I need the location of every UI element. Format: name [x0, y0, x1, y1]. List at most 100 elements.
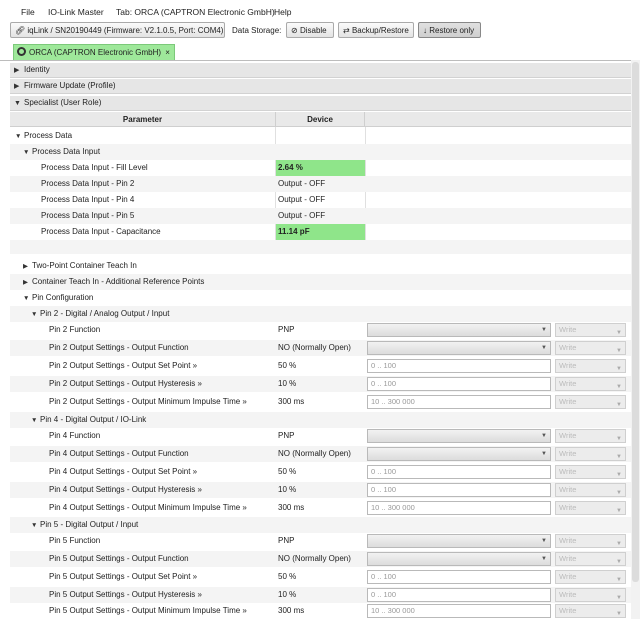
parameter-label: Pin 2 Output Settings - Output Hysteresi… — [49, 379, 202, 388]
tree-node-two-point-teach[interactable]: ▶ Two-Point Container Teach In — [10, 258, 636, 274]
expand-icon: ▶ — [14, 83, 20, 90]
value-input[interactable]: 0 .. 100 — [367, 465, 551, 479]
capacitance-value: 11.14 pF — [276, 224, 365, 240]
parameter-label: Pin 5 Output Settings - Output Minimum I… — [49, 606, 247, 615]
menu-tab[interactable]: Tab: ORCA (CAPTRON Electronic GmbH) — [116, 7, 275, 17]
pin4-input-value: Output - OFF — [278, 195, 326, 204]
write-dropdown[interactable]: Write ▼ — [555, 483, 626, 497]
write-dropdown[interactable]: Write ▼ — [555, 570, 626, 584]
value-dropdown[interactable]: ▼ — [367, 323, 551, 337]
section-identity[interactable]: ▶ Identity — [10, 63, 636, 78]
scrollbar-thumb[interactable] — [632, 62, 639, 582]
data-storage-label: Data Storage: — [232, 26, 282, 35]
section-specialist[interactable]: ▼ Specialist (User Role) — [10, 96, 636, 111]
write-label: Write — [559, 606, 577, 615]
write-label: Write — [559, 379, 577, 388]
tree-node-container-teach[interactable]: ▶ Container Teach In - Additional Referen… — [10, 274, 636, 290]
fill-level-value: 2.64 % — [276, 160, 365, 176]
disable-button[interactable]: ⊘ Disable — [286, 22, 334, 38]
device-value: 50 % — [278, 572, 297, 581]
collapse-icon: ▼ — [14, 100, 21, 107]
parameter-label: Pin 5 Output Settings - Output Function — [49, 554, 189, 563]
node-label: Two-Point Container Teach In — [32, 261, 137, 270]
device-value: 10 % — [278, 485, 297, 494]
column-header-device[interactable]: Device — [276, 112, 365, 127]
write-dropdown[interactable]: Write ▼ — [555, 501, 626, 515]
chevron-down-icon: ▼ — [616, 472, 622, 478]
menu-io-link-master[interactable]: IO-Link Master — [48, 7, 104, 17]
write-label: Write — [559, 467, 577, 476]
parameter-label: Pin 5 Output Settings - Output Set Point… — [49, 572, 198, 581]
tree-node-pin5[interactable]: ▼ Pin 5 - Digital Output / Input — [10, 517, 636, 533]
write-label: Write — [559, 485, 577, 494]
section-title: Firmware Update (Profile) — [24, 81, 116, 90]
close-icon[interactable]: × — [165, 48, 170, 57]
backup-restore-label: Backup/Restore — [351, 26, 409, 35]
tab-orca[interactable]: ORCA (CAPTRON Electronic GmbH) × — [13, 44, 175, 60]
device-connection-button[interactable]: 🔗︎ iqLink / SN20190449 (Firmware: V2.1.0… — [10, 22, 225, 38]
value-dropdown[interactable]: ▼ — [367, 447, 551, 461]
write-dropdown[interactable]: Write ▼ — [555, 323, 626, 337]
parameter-label: Process Data Input - Pin 4 — [41, 195, 135, 204]
chevron-down-icon: ▼ — [616, 611, 622, 617]
write-dropdown[interactable]: Write ▼ — [555, 341, 626, 355]
table-row: Pin 4 Output Settings - Output Function … — [10, 446, 636, 462]
chevron-down-icon: ▼ — [616, 490, 622, 496]
write-dropdown[interactable]: Write ▼ — [555, 604, 626, 618]
value-input[interactable]: 0 .. 100 — [367, 377, 551, 391]
table-row: Pin 5 Output Settings - Output Function … — [10, 551, 636, 567]
chevron-down-icon: ▼ — [616, 330, 622, 336]
write-dropdown[interactable]: Write ▼ — [555, 534, 626, 548]
value-dropdown[interactable]: ▼ — [367, 534, 551, 548]
value-input[interactable]: 10 .. 300 000 — [367, 604, 551, 618]
value-input[interactable]: 0 .. 100 — [367, 359, 551, 373]
write-dropdown[interactable]: Write ▼ — [555, 395, 626, 409]
write-dropdown[interactable]: Write ▼ — [555, 377, 626, 391]
write-dropdown[interactable]: Write ▼ — [555, 552, 626, 566]
table-row: Pin 2 Output Settings - Output Function … — [10, 340, 636, 356]
device-connection-label: iqLink / SN20190449 (Firmware: V2.1.0.5,… — [27, 26, 224, 35]
menu-file[interactable]: File — [21, 7, 35, 17]
parameter-label: Pin 2 Output Settings - Output Set Point… — [49, 361, 198, 370]
value-dropdown[interactable]: ▼ — [367, 429, 551, 443]
table-row: Pin 2 Output Settings - Output Hysteresi… — [10, 376, 636, 392]
write-dropdown[interactable]: Write ▼ — [555, 588, 626, 602]
value-input[interactable]: 0 .. 100 — [367, 588, 551, 602]
device-value: PNP — [278, 325, 295, 334]
restore-only-button[interactable]: ↓ Restore only — [418, 22, 481, 38]
chevron-down-icon: ▼ — [541, 345, 547, 351]
device-icon — [17, 47, 26, 56]
value-input[interactable]: 0 .. 100 — [367, 483, 551, 497]
section-title: Specialist (User Role) — [24, 98, 102, 107]
device-value: 50 % — [278, 361, 297, 370]
tree-node-process-data[interactable]: ▼ Process Data — [10, 128, 636, 144]
chevron-down-icon: ▼ — [616, 402, 622, 408]
write-dropdown[interactable]: Write ▼ — [555, 447, 626, 461]
section-firmware-update[interactable]: ▶ Firmware Update (Profile) — [10, 79, 636, 94]
write-dropdown[interactable]: Write ▼ — [555, 429, 626, 443]
parameter-label: Pin 2 Output Settings - Output Function — [49, 343, 189, 352]
chevron-down-icon: ▼ — [616, 541, 622, 547]
column-header-parameter[interactable]: Parameter — [10, 112, 276, 127]
table-row: Pin 2 Function PNP ▼ Write ▼ — [10, 322, 636, 338]
value-input[interactable]: 10 .. 300 000 — [367, 395, 551, 409]
tree-node-pin4[interactable]: ▼ Pin 4 - Digital Output / IO-Link — [10, 412, 636, 428]
parameter-label: Process Data Input - Capacitance — [41, 227, 161, 236]
device-value: 50 % — [278, 467, 297, 476]
tree-node-process-data-input[interactable]: ▼ Process Data Input — [10, 144, 636, 160]
value-dropdown[interactable]: ▼ — [367, 552, 551, 566]
node-label: Pin 5 - Digital Output / Input — [40, 520, 139, 529]
tree-node-pin-configuration[interactable]: ▼ Pin Configuration — [10, 290, 636, 306]
table-row: Pin 2 Output Settings - Output Set Point… — [10, 358, 636, 374]
tree-node-pin2[interactable]: ▼ Pin 2 - Digital / Analog Output / Input — [10, 306, 636, 322]
value-input[interactable]: 0 .. 100 — [367, 570, 551, 584]
value-input[interactable]: 10 .. 300 000 — [367, 501, 551, 515]
write-dropdown[interactable]: Write ▼ — [555, 359, 626, 373]
menu-help[interactable]: Help — [274, 7, 291, 17]
node-label: Pin 4 - Digital Output / IO-Link — [40, 415, 147, 424]
value-dropdown[interactable]: ▼ — [367, 341, 551, 355]
expand-icon: ▶ — [23, 279, 28, 286]
write-dropdown[interactable]: Write ▼ — [555, 465, 626, 479]
backup-restore-button[interactable]: ⇄ Backup/Restore — [338, 22, 414, 38]
chevron-down-icon: ▼ — [616, 366, 622, 372]
